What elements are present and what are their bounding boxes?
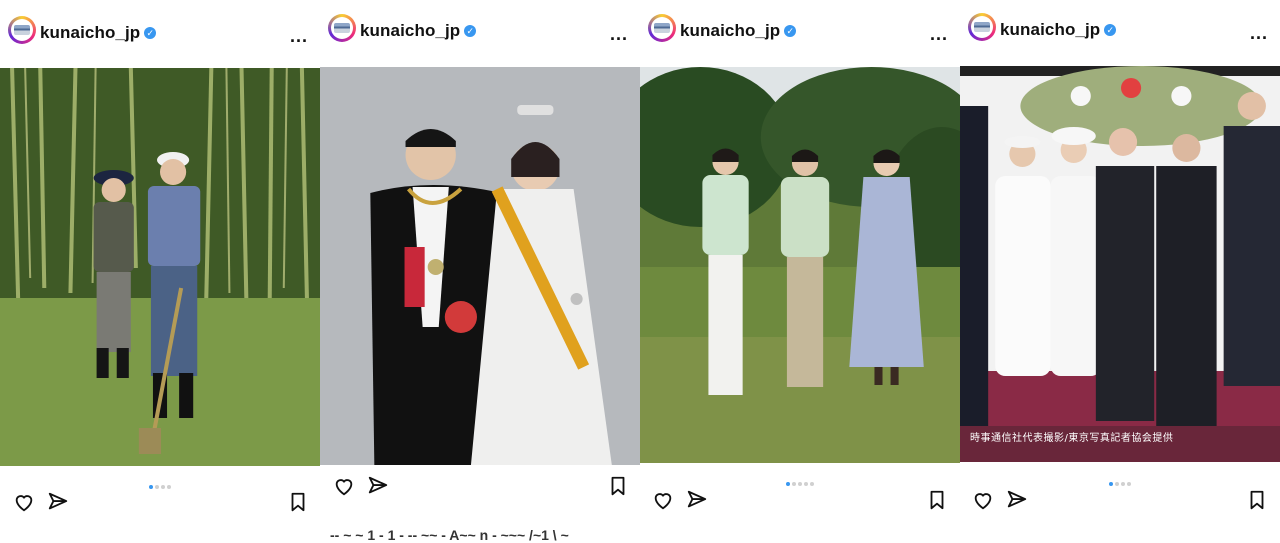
username[interactable]: kunaicho_jp ✓ [360,21,477,41]
post-header: kunaicho_jp ✓ ... [640,6,960,46]
avatar[interactable] [328,14,356,42]
post-header: kunaicho_jp ✓ ... [0,8,320,48]
action-bar [320,475,640,501]
avatar[interactable] [648,14,676,42]
bookmark-icon[interactable] [926,489,948,511]
carousel-dots [640,473,960,486]
post-card-4: kunaicho_jp ✓ ... 時事通信社代表撮影/東京写真記者協会提供 [960,0,1280,543]
username[interactable]: kunaicho_jp ✓ [40,23,157,43]
verified-icon: ✓ [1104,24,1117,36]
send-icon[interactable] [47,491,69,513]
carousel-dots [0,476,320,489]
more-icon[interactable]: ... [610,24,628,45]
state-visit-photo[interactable]: 時事通信社代表撮影/東京写真記者協会提供 [960,66,1280,462]
send-icon[interactable] [1006,489,1028,511]
action-bar [960,489,1280,515]
caption-partial: -- ~ ~ 1 - 1 - -- ~~ - A~~ n - ~~~ /~1 \… [330,527,569,543]
forest-planting-photo[interactable] [0,68,320,466]
family-garden-photo[interactable] [640,67,960,463]
post-header: kunaicho_jp ✓ ... [960,5,1280,45]
more-icon[interactable]: ... [290,26,308,47]
post-card-1: kunaicho_jp ✓ ... [0,0,320,543]
send-icon[interactable] [686,489,708,511]
more-icon[interactable]: ... [930,24,948,45]
bookmark-icon[interactable] [607,475,629,497]
post-header: kunaicho_jp ✓ ... [320,6,640,46]
verified-icon: ✓ [464,25,477,37]
verified-icon: ✓ [784,25,797,37]
username[interactable]: kunaicho_jp ✓ [1000,20,1117,40]
more-icon[interactable]: ... [1250,23,1268,44]
avatar[interactable] [8,16,36,44]
send-icon[interactable] [367,475,389,497]
heart-icon[interactable] [333,475,355,497]
post-card-2: kunaicho_jp ✓ ... -- ~ ~ 1 - 1 - -- ~~ -… [320,0,640,543]
username[interactable]: kunaicho_jp ✓ [680,21,797,41]
heart-icon[interactable] [13,491,35,513]
avatar[interactable] [968,13,996,41]
verified-icon: ✓ [144,27,157,39]
action-bar [0,491,320,517]
carousel-dots [960,473,1280,486]
bookmark-icon[interactable] [1246,489,1268,511]
heart-icon[interactable] [972,489,994,511]
heart-icon[interactable] [652,489,674,511]
formal-portrait-photo[interactable] [320,67,640,465]
post-card-3: kunaicho_jp ✓ ... [640,0,960,543]
action-bar [640,489,960,515]
bookmark-icon[interactable] [287,491,309,513]
photo-credit: 時事通信社代表撮影/東京写真記者協会提供 [970,433,1174,444]
